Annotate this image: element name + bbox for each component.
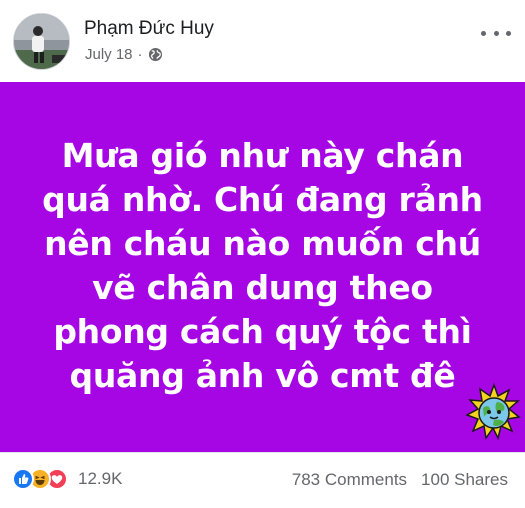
author-avatar[interactable] [13,13,70,70]
post-text-line: phong cách quý tộc thì [53,312,472,351]
post-meta: July 18 · [85,46,163,63]
reaction-count: 12.9K [78,469,123,488]
meta-separator: · [137,46,143,63]
dot [506,30,511,36]
footer-divider [0,452,525,453]
more-options-icon[interactable] [481,26,511,40]
reaction-icons [12,466,76,492]
like-reaction-icon [12,468,34,490]
post-text: Mưa gió như này chán quá nhờ. Chú đang r… [20,134,505,398]
post-text-card: Mưa gió như này chán quá nhờ. Chú đang r… [0,82,525,452]
earth-sticker-icon [464,382,524,442]
dot [481,30,486,36]
post-header: Phạm Đức Huy July 18 · [0,0,525,80]
post-text-line: Mưa gió như này chán [61,136,464,175]
post-text-line: quăng ảnh vô cmt đê [69,356,456,395]
avatar-photo [14,14,69,69]
post-date[interactable]: July 18 [85,46,133,63]
author-name[interactable]: Phạm Đức Huy [84,18,214,40]
engagement-counts: 783 Comments 100 Shares [292,470,508,490]
reactions-summary[interactable]: 12.9K [12,466,122,492]
post-text-line: vẽ chân dung theo [92,268,433,307]
globe-icon[interactable] [148,47,163,62]
dot [493,30,499,36]
post-text-line: nên cháu nào muốn chú [44,224,481,263]
post-text-line: quá nhờ. Chú đang rảnh [42,180,483,219]
comments-count-link[interactable]: 783 Comments [292,470,407,490]
shares-count-link[interactable]: 100 Shares [421,470,508,490]
